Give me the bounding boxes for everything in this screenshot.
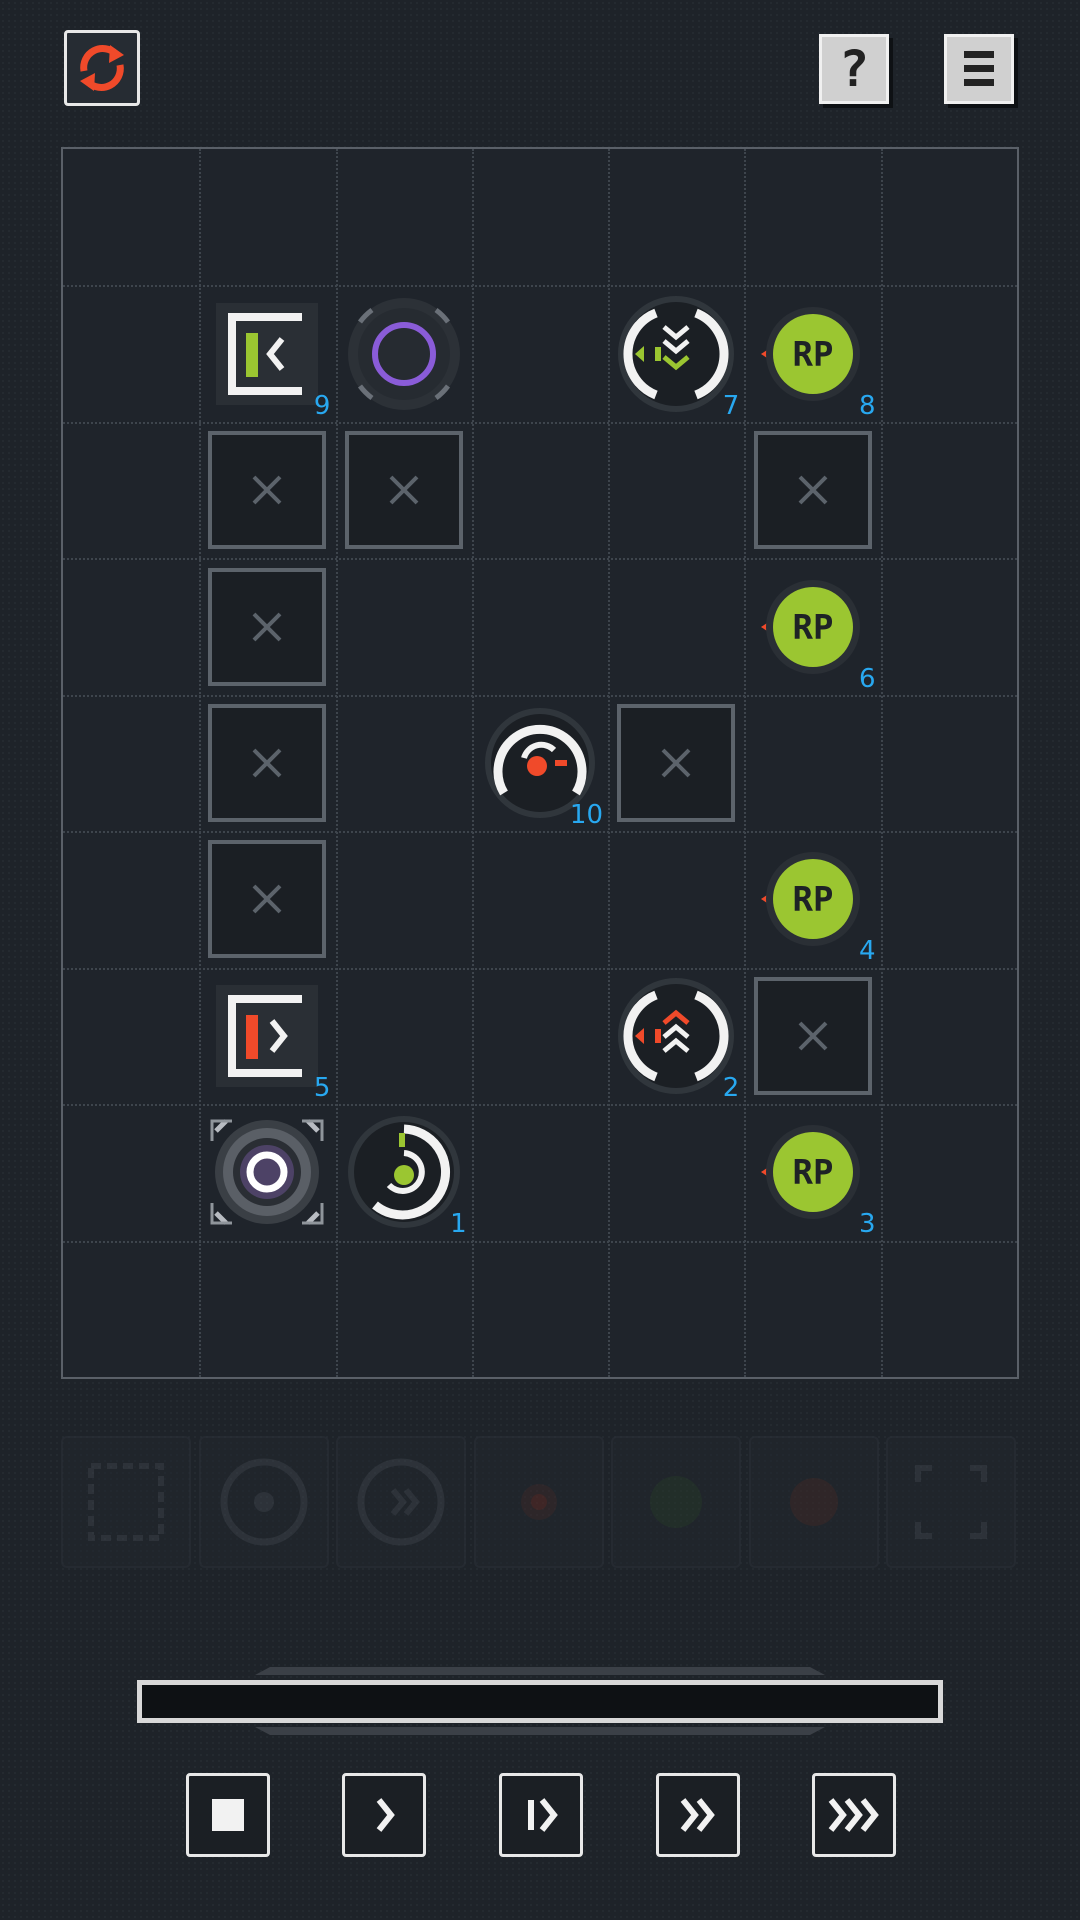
grid-line-vertical xyxy=(335,149,338,1377)
bracket-gate-green[interactable]: 9 xyxy=(202,289,332,421)
step-button[interactable] xyxy=(342,1773,426,1857)
rp-node[interactable]: RP 6 xyxy=(748,562,878,694)
piece-index-label: 6 xyxy=(859,663,876,694)
piece-index-label: 2 xyxy=(722,1072,740,1103)
bracket-tool-icon xyxy=(88,1463,164,1541)
piece-index-label: 3 xyxy=(859,1209,876,1240)
blocked-cell-icon xyxy=(344,431,463,550)
dial-node-green[interactable]: 1 xyxy=(339,1107,469,1240)
rp-node[interactable]: RP 4 xyxy=(748,834,878,967)
hamburger-menu-icon xyxy=(964,51,994,86)
palette-slot[interactable] xyxy=(473,1436,604,1568)
piece-index-label: 9 xyxy=(313,390,331,421)
step-icon xyxy=(376,1798,395,1832)
tool-palette xyxy=(61,1436,1019,1570)
stop-button[interactable] xyxy=(186,1773,270,1857)
grid-line-horizontal xyxy=(63,967,1017,970)
blocked-cell-icon xyxy=(753,431,872,550)
help-button[interactable]: ? xyxy=(819,34,889,104)
green-node-tool-icon xyxy=(650,1476,702,1528)
piece-index-label: 5 xyxy=(313,1072,331,1103)
grid-line-horizontal xyxy=(63,421,1017,424)
fast-forward-icon xyxy=(680,1798,715,1832)
grid-line-vertical xyxy=(199,149,202,1377)
rp-label: RP xyxy=(792,608,833,648)
blocked-cell-icon xyxy=(208,840,327,959)
blocked-cell xyxy=(202,425,332,555)
grid-line-vertical xyxy=(880,149,883,1377)
rp-label: RP xyxy=(792,880,833,920)
start-node-icon xyxy=(210,1119,324,1226)
bracket-gate-red[interactable]: 5 xyxy=(202,971,332,1103)
palette-slot[interactable] xyxy=(61,1436,191,1568)
palette-slot[interactable] xyxy=(748,1436,879,1568)
fast-forward-button[interactable] xyxy=(656,1773,740,1857)
grid-line-horizontal xyxy=(63,1104,1017,1107)
rp-label: RP xyxy=(792,1153,833,1193)
game-board[interactable]: 9 7 RP 8 RP 6 10 RP 4 5 2 1 RP 3 xyxy=(61,147,1019,1379)
blocked-cell xyxy=(339,425,469,555)
blocked-cell-icon xyxy=(617,704,736,822)
chevron-down-node-green[interactable]: 7 xyxy=(611,289,741,421)
blocked-cell-icon xyxy=(208,431,327,550)
grid-line-horizontal xyxy=(63,831,1017,834)
palette-slot[interactable] xyxy=(886,1436,1016,1568)
grid-line-horizontal xyxy=(63,558,1017,561)
grid-line-horizontal xyxy=(63,285,1017,288)
rp-node[interactable]: RP 8 xyxy=(748,289,878,421)
chevron-up-node-red[interactable]: 2 xyxy=(611,971,741,1103)
fastest-icon xyxy=(828,1798,879,1832)
start-node[interactable] xyxy=(202,1107,332,1237)
blocked-cell xyxy=(202,562,332,692)
restart-arrows-icon xyxy=(80,45,124,91)
blocked-cell xyxy=(748,425,878,555)
dial-node-red[interactable]: 10 xyxy=(475,698,605,830)
play-button[interactable] xyxy=(499,1773,583,1857)
fastest-button[interactable] xyxy=(812,1773,896,1857)
grid-line-horizontal xyxy=(63,694,1017,697)
blocked-cell-icon xyxy=(208,567,327,686)
grid-line-vertical xyxy=(608,149,611,1377)
palette-slot[interactable] xyxy=(611,1436,741,1568)
grid-line-vertical xyxy=(471,149,474,1377)
palette-slot[interactable] xyxy=(198,1436,329,1568)
menu-button[interactable] xyxy=(944,34,1014,104)
blocked-cell xyxy=(202,834,332,964)
piece-index-label: 4 xyxy=(859,936,876,967)
purple-ring-node-icon xyxy=(347,297,460,410)
blocked-cell-icon xyxy=(753,976,872,1095)
restart-button[interactable] xyxy=(64,30,140,106)
grid-line-vertical xyxy=(744,149,747,1377)
blocked-cell xyxy=(611,698,741,828)
blocked-cell xyxy=(748,971,878,1101)
corner-frame-tool-icon xyxy=(915,1465,987,1539)
palette-slot[interactable] xyxy=(336,1436,466,1568)
red-node-tool-icon xyxy=(520,1484,557,1520)
dial-tool-icon xyxy=(220,1458,307,1546)
chevron-tool-icon xyxy=(357,1458,445,1546)
piece-index-label: 8 xyxy=(859,390,876,421)
piece-index-label: 1 xyxy=(450,1209,467,1240)
rp-label: RP xyxy=(792,335,833,375)
purple-ring-node[interactable] xyxy=(339,289,469,419)
play-icon xyxy=(528,1798,558,1832)
blocked-cell-icon xyxy=(208,704,327,822)
progress-bar xyxy=(137,1680,943,1723)
help-label: ? xyxy=(838,40,870,98)
rp-node[interactable]: RP 3 xyxy=(748,1107,878,1240)
red-dot-tool-icon xyxy=(789,1478,838,1526)
piece-index-label: 10 xyxy=(569,800,603,830)
grid-line-horizontal xyxy=(63,1240,1017,1243)
stop-icon xyxy=(212,1799,244,1831)
piece-index-label: 7 xyxy=(722,390,740,421)
blocked-cell xyxy=(202,698,332,828)
